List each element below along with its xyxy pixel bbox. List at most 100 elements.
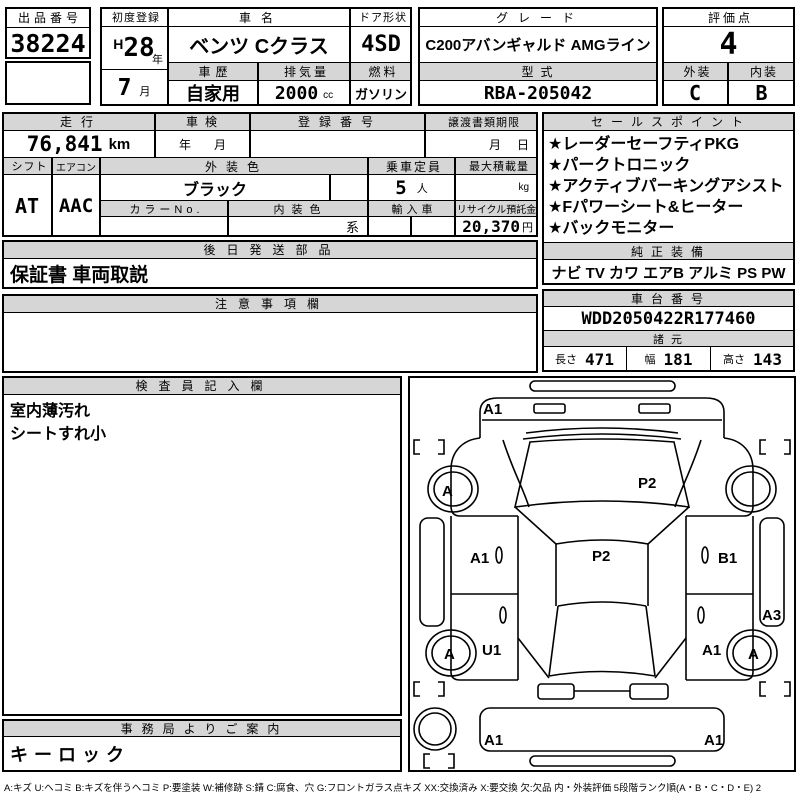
model-code-header: 型式	[418, 62, 658, 81]
mileage-cell: 76,841 km	[2, 130, 155, 158]
capacity-unit: 人	[416, 183, 428, 195]
aircon-value: AAC	[52, 174, 100, 237]
car-name-value: ベンツ Cクラス	[168, 26, 350, 63]
footer-legend: A:キズ U:ヘコミ B:キズを伴うヘコミ P:要塗装 W:補修跡 S:錆 C:…	[4, 783, 762, 794]
ext-color-value: ブラック	[100, 174, 330, 201]
damage-code-rear-bumper-left: A1	[484, 732, 503, 749]
spec-length-cell: 長さ 471	[542, 346, 627, 372]
exterior-value: C	[662, 80, 728, 106]
first-reg-year: 28	[123, 33, 155, 63]
import-cell-1	[368, 216, 411, 237]
spec-width-label: 幅	[644, 354, 656, 366]
exhibit-no-header: 出品番号	[5, 7, 91, 28]
interior-header: 内装	[728, 62, 795, 81]
transfer-month-ph: 月	[488, 137, 501, 152]
mileage-header: 走行	[2, 112, 155, 131]
first-reg-month: 7	[117, 74, 132, 101]
chassis-value: WDD2050422R177460	[542, 306, 795, 331]
damage-code-rear-bumper-right: A1	[704, 732, 723, 749]
damage-code-left-rear-door: U1	[482, 642, 501, 659]
damage-code-front-left-tire: A	[442, 483, 453, 500]
inspector-header: 検査員記入欄	[2, 376, 402, 395]
damage-code-windshield: P2	[638, 475, 656, 492]
car-damage-diagram: A1 P2 A A1 P2 B1 A3 U1 A A1 A A1 A1	[413, 380, 791, 769]
spec-height-label: 高さ	[723, 354, 746, 366]
shift-value: AT	[2, 174, 52, 237]
max-load-unit: kg	[518, 182, 529, 193]
specs-header: 諸元	[542, 330, 795, 347]
capacity-cell: 5 人	[368, 174, 455, 201]
spec-length-label: 長さ	[555, 354, 578, 366]
recycle-unit: 円	[522, 221, 533, 234]
car-outline	[413, 380, 791, 769]
max-load-cell: kg	[455, 174, 538, 201]
exterior-header: 外装	[662, 62, 728, 81]
ext-color-extra-cell	[330, 174, 368, 201]
first-reg-header: 初度登録	[100, 7, 168, 27]
damage-code-front-bumper: A1	[483, 401, 502, 418]
inspector-note-line: シートすれ小	[10, 426, 107, 443]
first-reg-year-cell: H 28 年	[100, 26, 168, 70]
shift-header: シフト	[2, 157, 52, 175]
inspection-header: 車検	[155, 112, 250, 131]
recycle-cell: 20,370 円	[455, 216, 538, 237]
chassis-header: 車台番号	[542, 289, 795, 307]
later-parts-value: 保証書 車両取説	[2, 258, 538, 289]
spec-height-cell: 高さ 143	[710, 346, 795, 372]
damage-code-right-rear-rocker: A3	[762, 607, 781, 624]
sales-point-item: ★アクティブパーキングアシスト	[548, 178, 784, 195]
inspection-year-ph: 年	[178, 137, 191, 152]
fuel-value: ガソリン	[350, 80, 412, 106]
reg-no-value	[250, 130, 425, 158]
later-parts-header: 後日発送部品	[2, 240, 538, 259]
int-color-cell: 系	[228, 216, 368, 237]
grade-value: C200アバンギャルド AMGライン	[418, 26, 658, 63]
displacement-cell: 2000 cc	[258, 80, 350, 106]
damage-code-right-front-door: B1	[718, 550, 737, 567]
inspection-cell: 年 月	[155, 130, 250, 158]
first-reg-month-unit: 月	[139, 86, 151, 98]
recycle-value: 20,370	[462, 217, 520, 236]
color-no-value	[100, 216, 228, 237]
recycle-header: リサイクル預託金	[455, 200, 538, 217]
displacement-value: 2000	[274, 82, 319, 104]
inspector-note-line: 室内薄汚れ	[10, 403, 91, 420]
door-value: 4SD	[350, 26, 412, 63]
sales-point-item: ★バックモニター	[548, 220, 675, 237]
spec-height-value: 143	[753, 349, 782, 369]
damage-code-right-rear-door: A1	[702, 642, 721, 659]
score-value: 4	[662, 26, 795, 63]
auction-sheet: 出品番号 38224 初度登録 H 28 年 7 月 車名 ベンツ Cクラス 車…	[0, 0, 800, 800]
max-load-header: 最大積載量	[455, 157, 538, 175]
inspection-month-ph: 月	[213, 137, 226, 152]
transfer-cell: 月 日	[425, 130, 538, 158]
caution-value	[2, 312, 538, 373]
spec-width-value: 181	[663, 349, 693, 369]
import-cell-2	[411, 216, 455, 237]
damage-code-left-rear-tire: A	[444, 646, 455, 663]
exhibit-no-value: 38224	[5, 27, 91, 59]
history-value: 自家用	[168, 80, 258, 106]
damage-code-left-front-door: A1	[470, 550, 489, 567]
equipment-value: ナビ TV カワ エアB アルミ PS PW	[542, 259, 795, 285]
sales-point-item: ★パークトロニック	[548, 157, 691, 174]
history-header: 車歴	[168, 62, 258, 81]
door-header: ドア形状	[350, 7, 412, 27]
aircon-header: エアコン	[52, 157, 100, 175]
import-header: 輸入車	[368, 200, 455, 217]
score-header: 評価点	[662, 7, 795, 27]
transfer-day-ph: 日	[516, 137, 529, 152]
sales-point-item: ★Fパワーシート&ヒーター	[548, 199, 744, 216]
capacity-header: 乗車定員	[368, 157, 455, 175]
car-name-header: 車名	[168, 7, 350, 27]
transfer-header: 譲渡書類期限	[425, 112, 538, 131]
first-reg-era: H	[113, 36, 124, 52]
mileage-unit: km	[108, 135, 131, 153]
displacement-unit: cc	[323, 90, 334, 101]
reg-no-header: 登録番号	[250, 112, 425, 131]
sales-point-item: ★レーダーセーフティPKG	[548, 136, 740, 153]
spec-length-value: 471	[585, 349, 614, 369]
model-code-value: RBA-205042	[418, 80, 658, 106]
first-reg-year-unit: 年	[152, 54, 163, 66]
equipment-header: 純正装備	[542, 242, 795, 260]
